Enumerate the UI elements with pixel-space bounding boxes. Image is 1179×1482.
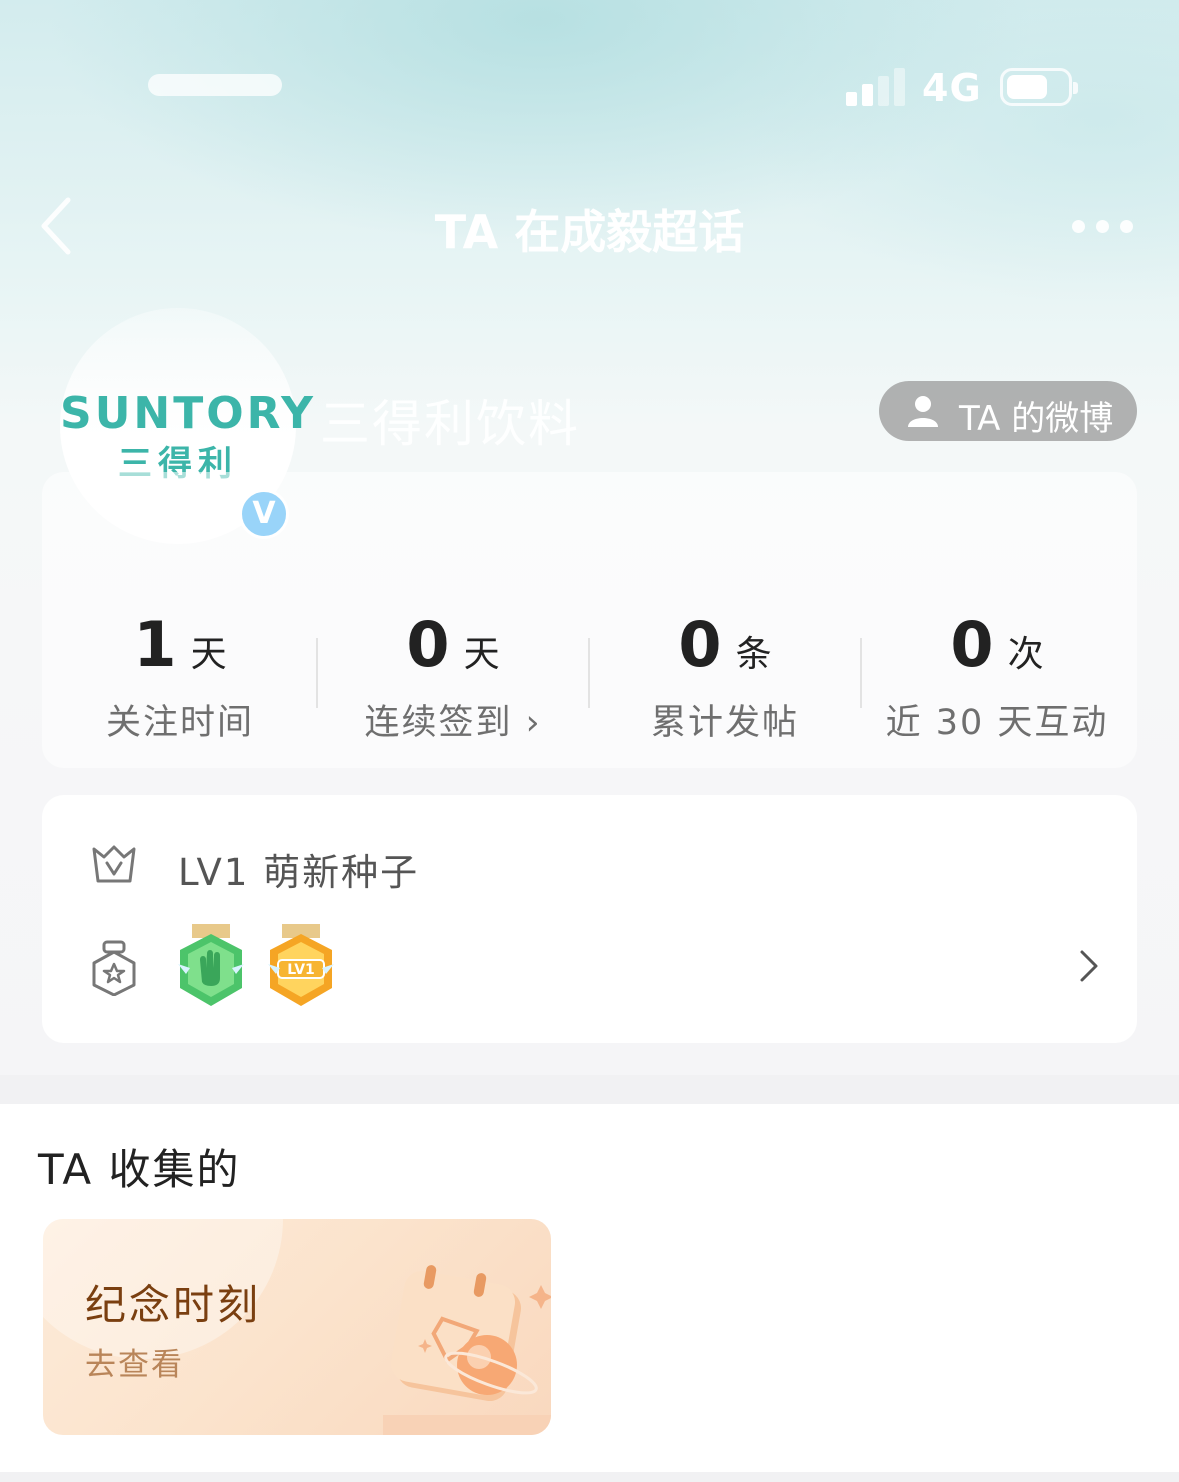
- calendar-icon: [383, 1265, 551, 1435]
- more-button[interactable]: [1068, 212, 1138, 242]
- stat-value: 0: [950, 608, 994, 681]
- memorial-moments-card[interactable]: 纪念时刻 去查看: [43, 1219, 551, 1435]
- view-weibo-button[interactable]: TA 的微博: [879, 381, 1137, 441]
- stat-value: 0: [406, 608, 450, 681]
- signal-icon: [846, 68, 906, 106]
- stat-interactions: 0次 近 30 天互动: [861, 608, 1133, 743]
- section-divider: [0, 1075, 1179, 1104]
- stat-unit: 天: [190, 634, 227, 675]
- section-divider-bottom: [0, 1472, 1179, 1482]
- page-title: TA 在成毅超话: [434, 205, 745, 259]
- username: 三得利饮料: [320, 395, 580, 453]
- battery-icon: [1000, 68, 1078, 106]
- waving-hand-medal-icon[interactable]: [176, 922, 246, 1010]
- medal-badge-icon: [92, 940, 136, 996]
- memorial-action: 去查看: [85, 1347, 184, 1383]
- stat-unit: 条: [735, 634, 772, 675]
- level-text: LV1 萌新种子: [178, 851, 420, 894]
- chevron-right-icon[interactable]: [1076, 948, 1102, 984]
- collection-title: TA 收集的: [38, 1145, 241, 1194]
- view-weibo-label: TA 的微博: [959, 399, 1114, 439]
- stat-label: 近 30 天互动: [885, 703, 1109, 743]
- stat-value: 1: [133, 608, 177, 681]
- lv1-medal-icon[interactable]: LV1: [266, 922, 336, 1010]
- stat-follow-days: 1天 关注时间: [44, 608, 316, 743]
- stat-value: 0: [678, 608, 722, 681]
- stat-label: 连续签到 ›: [364, 703, 542, 743]
- stat-unit: 天: [463, 634, 500, 675]
- stat-total-posts: 0条 累计发帖: [589, 608, 861, 743]
- logo-text-en: SUNTORY: [60, 388, 316, 439]
- stat-unit: 次: [1007, 634, 1044, 675]
- crown-level-icon: [92, 845, 136, 883]
- memorial-title: 纪念时刻: [85, 1281, 261, 1329]
- stat-label: 累计发帖: [650, 703, 799, 743]
- person-icon: [908, 396, 938, 427]
- network-label: 4G: [922, 66, 982, 110]
- lv1-medal-label: LV1: [287, 962, 315, 978]
- status-time: [148, 74, 282, 96]
- stat-checkin-streak[interactable]: 0天 连续签到 ›: [317, 608, 589, 743]
- stat-label: 关注时间: [105, 703, 254, 743]
